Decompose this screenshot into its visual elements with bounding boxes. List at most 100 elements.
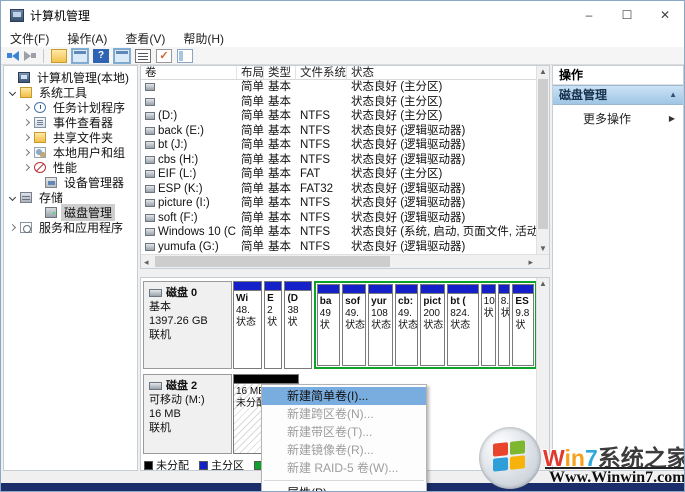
context-menu: 新建简单卷(I)... 新建跨区卷(N)... 新建带区卷(T)... 新建镜像… <box>261 384 427 492</box>
partition-esp-k[interactable]: ES9.8状 <box>512 284 534 366</box>
partition-yumufa-g[interactable]: yur108状态 <box>368 284 393 366</box>
menu-item-new-simple-volume[interactable]: 新建简单卷(I)... <box>262 387 426 405</box>
volume-row[interactable]: back (E:)简单基本NTFS状态良好 (逻辑驱动器) <box>141 124 549 139</box>
close-button[interactable]: ✕ <box>646 1 684 29</box>
chevron-right-icon[interactable] <box>23 104 30 111</box>
volume-row[interactable]: EIF (L:)简单基本FAT状态良好 (主分区) <box>141 167 549 182</box>
volume-row[interactable]: 简单基本状态良好 (主分区) <box>141 80 549 95</box>
disk-icon <box>149 289 162 297</box>
tree-item-computer-management[interactable]: 计算机管理(本地) <box>4 70 137 85</box>
tree-item-services-apps[interactable]: 服务和应用程序 <box>4 220 137 235</box>
partition-cbs-h[interactable]: cb:49.状态 <box>395 284 418 366</box>
console-tree: 计算机管理(本地) 系统工具 任务计划程序 事件查看器 共享文件夹 本地用户和组… <box>3 65 138 471</box>
volume-row[interactable]: ESP (K:)简单基本FAT32状态良好 (逻辑驱动器) <box>141 182 549 197</box>
col-volume[interactable]: 卷 <box>141 66 237 79</box>
col-status[interactable]: 状态 <box>347 66 549 79</box>
partition-eif[interactable]: E2状 <box>264 281 282 369</box>
menu-action[interactable]: 操作(A) <box>58 30 116 47</box>
actions-section-disk-management[interactable]: 磁盘管理▲ <box>553 85 683 105</box>
tree-item-system-tools[interactable]: 系统工具 <box>4 85 137 100</box>
menu-file[interactable]: 文件(F) <box>1 30 58 47</box>
minimize-button[interactable]: – <box>570 1 608 29</box>
scroll-left-icon[interactable]: ◂ <box>144 255 149 269</box>
tree-item-task-scheduler[interactable]: 任务计划程序 <box>4 100 137 115</box>
volume-row[interactable]: picture (I:)简单基本NTFS状态良好 (逻辑驱动器) <box>141 196 549 211</box>
menu-item-new-spanned-volume: 新建跨区卷(N)... <box>262 405 426 423</box>
export-list-icon[interactable] <box>135 49 151 63</box>
tree-item-event-viewer[interactable]: 事件查看器 <box>4 115 137 130</box>
volume-list: 卷 布局 类型 文件系统 状态 简单基本状态良好 (主分区) 简单基本状态良好 … <box>140 65 550 269</box>
chevron-right-icon[interactable] <box>23 164 30 171</box>
chevron-down-icon[interactable] <box>9 194 16 201</box>
title-bar: 计算机管理 – ☐ ✕ <box>1 1 684 29</box>
disk-0-row: 磁盘 0 基本 1397.26 GB 联机 Wi48.状态 E2状 (D38状 … <box>143 281 537 369</box>
shared-folders-icon <box>34 132 46 143</box>
partition-small-1[interactable]: 10状 <box>481 284 496 366</box>
partition-windows-c[interactable]: Wi48.状态 <box>233 281 262 369</box>
tree-item-disk-management[interactable]: 磁盘管理 <box>4 205 137 220</box>
partition-small-2[interactable]: 8.状 <box>498 284 511 366</box>
chevron-right-icon[interactable] <box>23 149 30 156</box>
volume-row[interactable]: 简单基本状态良好 (主分区) <box>141 95 549 110</box>
more-actions-item[interactable]: 更多操作▶ <box>553 109 683 129</box>
task-scheduler-icon <box>34 102 46 113</box>
tree-item-local-users[interactable]: 本地用户和组 <box>4 145 137 160</box>
volume-row[interactable]: bt (J:)简单基本NTFS状态良好 (逻辑驱动器) <box>141 138 549 153</box>
chevron-right-icon[interactable] <box>23 134 30 141</box>
partition-soft-f[interactable]: sof49.状态 <box>342 284 366 366</box>
col-layout[interactable]: 布局 <box>237 66 264 79</box>
volume-icon <box>145 214 155 222</box>
partition-bt-j[interactable]: bt (824.状态 <box>447 284 478 366</box>
disk-icon <box>149 382 162 390</box>
forward-icon[interactable] <box>24 51 36 61</box>
volume-row[interactable]: yumufa (G:)简单基本NTFS状态良好 (逻辑驱动器) <box>141 240 549 255</box>
show-console-tree-icon[interactable] <box>114 49 130 63</box>
partition-picture-i[interactable]: pict200状态 <box>420 284 445 366</box>
menu-item-properties[interactable]: 属性(P) <box>262 484 426 492</box>
computer-management-window: 计算机管理 – ☐ ✕ 文件(F) 操作(A) 查看(V) 帮助(H) ? ✓ … <box>0 0 685 492</box>
disk-0-info[interactable]: 磁盘 0 基本 1397.26 GB 联机 <box>143 281 232 369</box>
actions-title: 操作 <box>553 66 683 85</box>
partition-back-e[interactable]: ba49状 <box>317 284 340 366</box>
chevron-right-icon[interactable] <box>23 119 30 126</box>
menu-help[interactable]: 帮助(H) <box>174 30 233 47</box>
scroll-up-icon[interactable]: ▲ <box>537 66 549 78</box>
checklist-icon[interactable]: ✓ <box>156 49 172 63</box>
col-fs[interactable]: 文件系统 <box>296 66 347 79</box>
event-viewer-icon <box>34 117 46 128</box>
console-window-icon[interactable] <box>72 49 88 63</box>
menu-separator <box>264 480 424 481</box>
scroll-up-icon[interactable]: ▲ <box>537 278 549 290</box>
tree-item-storage[interactable]: 存储 <box>4 190 137 205</box>
chevron-down-icon[interactable] <box>9 89 16 96</box>
volume-list-vertical-scrollbar[interactable]: ▲ ▼ <box>536 66 549 255</box>
toolbar: ? ✓ <box>1 47 684 65</box>
tree-item-device-manager[interactable]: 设备管理器 <box>4 175 137 190</box>
properties-panel-icon[interactable] <box>177 49 193 63</box>
extended-partition-group: ba49状 sof49.状态 yur108状态 cb:49.状态 pict200… <box>314 281 537 369</box>
col-type[interactable]: 类型 <box>264 66 296 79</box>
volume-icon <box>145 141 155 149</box>
volume-row[interactable]: soft (F:)简单基本NTFS状态良好 (逻辑驱动器) <box>141 211 549 226</box>
menu-view[interactable]: 查看(V) <box>116 30 174 47</box>
tree-item-shared-folders[interactable]: 共享文件夹 <box>4 130 137 145</box>
disk-2-info[interactable]: 磁盘 2 可移动 (M:) 16 MB 联机 <box>143 374 232 454</box>
watermark-url: Www.Winwin7.com <box>549 469 685 487</box>
collapse-icon[interactable]: ▲ <box>669 85 677 105</box>
scroll-right-icon[interactable]: ▸ <box>528 255 533 269</box>
volume-row[interactable]: (D:)简单基本NTFS状态良好 (主分区) <box>141 109 549 124</box>
partition-d[interactable]: (D38状 <box>284 281 311 369</box>
volume-icon <box>145 156 155 164</box>
folder-up-icon[interactable] <box>51 49 67 63</box>
tree-item-performance[interactable]: 性能 <box>4 160 137 175</box>
volume-list-horizontal-scrollbar[interactable]: ◂ ▸ <box>141 254 549 268</box>
window-title: 计算机管理 <box>30 7 90 24</box>
back-icon[interactable] <box>7 51 19 61</box>
help-icon[interactable]: ? <box>93 49 109 63</box>
legend-unallocated: 未分配 <box>144 457 189 471</box>
volume-icon <box>145 170 155 178</box>
chevron-right-icon[interactable] <box>9 224 16 231</box>
volume-row[interactable]: cbs (H:)简单基本NTFS状态良好 (逻辑驱动器) <box>141 153 549 168</box>
maximize-button[interactable]: ☐ <box>608 1 646 29</box>
volume-row[interactable]: Windows 10 (C:)简单基本NTFS状态良好 (系统, 启动, 页面文… <box>141 225 549 240</box>
